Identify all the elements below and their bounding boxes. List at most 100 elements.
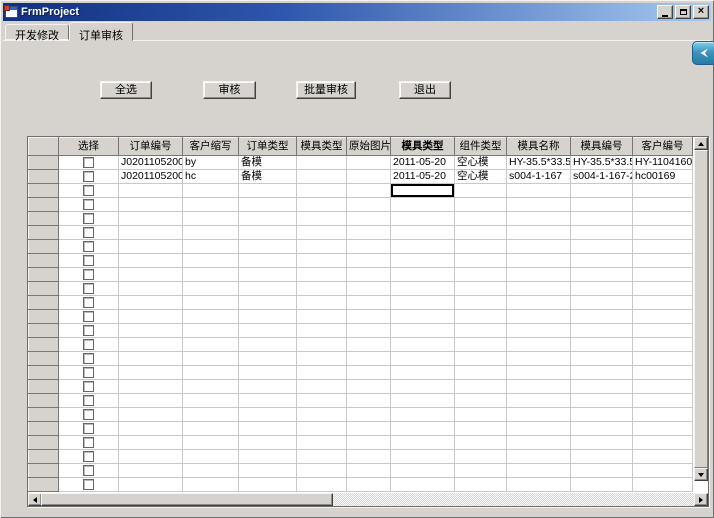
grid-cell[interactable]: [571, 184, 633, 198]
grid-cell[interactable]: [633, 338, 693, 352]
grid-cell[interactable]: [183, 184, 239, 198]
row-header-cell[interactable]: [29, 268, 59, 282]
grid-cell[interactable]: [507, 464, 571, 478]
row-checkbox[interactable]: [83, 185, 94, 196]
row-checkbox[interactable]: [83, 283, 94, 294]
column-header[interactable]: 订单类型: [239, 138, 297, 156]
row-header-cell[interactable]: [29, 450, 59, 464]
grid-cell[interactable]: [507, 338, 571, 352]
grid-cell[interactable]: [239, 184, 297, 198]
grid-cell[interactable]: [633, 478, 693, 492]
grid-cell[interactable]: [347, 240, 391, 254]
grid-cell[interactable]: [239, 478, 297, 492]
grid-cell[interactable]: [347, 478, 391, 492]
grid-cell[interactable]: [455, 436, 507, 450]
grid-cell[interactable]: [119, 366, 183, 380]
grid-cell[interactable]: [183, 296, 239, 310]
grid-cell[interactable]: [119, 436, 183, 450]
grid-cell[interactable]: [455, 184, 507, 198]
grid-cell[interactable]: [183, 212, 239, 226]
grid-cell[interactable]: [507, 282, 571, 296]
grid-cell[interactable]: [183, 282, 239, 296]
select-cell[interactable]: [59, 352, 119, 366]
grid-cell[interactable]: [391, 366, 455, 380]
scroll-up-button[interactable]: [694, 137, 708, 150]
grid-cell[interactable]: [297, 184, 347, 198]
row-header-cell[interactable]: [29, 338, 59, 352]
grid-cell[interactable]: [347, 226, 391, 240]
grid-cell[interactable]: [571, 478, 633, 492]
grid-cell[interactable]: [119, 408, 183, 422]
grid-cell[interactable]: [297, 240, 347, 254]
select-cell[interactable]: [59, 450, 119, 464]
grid-cell[interactable]: [391, 324, 455, 338]
grid-cell[interactable]: [633, 268, 693, 282]
row-header-cell[interactable]: [29, 422, 59, 436]
grid-cell[interactable]: [391, 380, 455, 394]
grid-cell[interactable]: [119, 352, 183, 366]
grid-cell[interactable]: [571, 254, 633, 268]
scroll-down-button[interactable]: [694, 468, 708, 481]
grid-cell[interactable]: [119, 338, 183, 352]
grid-cell[interactable]: [183, 352, 239, 366]
grid-cell[interactable]: [455, 240, 507, 254]
grid-cell[interactable]: [183, 464, 239, 478]
grid-cell[interactable]: [455, 324, 507, 338]
select-cell[interactable]: [59, 198, 119, 212]
column-header[interactable]: 模具类型: [391, 138, 455, 156]
grid-cell[interactable]: [455, 380, 507, 394]
grid-cell[interactable]: [297, 338, 347, 352]
grid-cell[interactable]: [183, 422, 239, 436]
grid-cell[interactable]: [119, 282, 183, 296]
grid-cell[interactable]: [183, 394, 239, 408]
row-checkbox[interactable]: [83, 255, 94, 266]
tab-dev-modify[interactable]: 开发修改: [5, 24, 69, 40]
grid-cell[interactable]: [239, 338, 297, 352]
grid-cell[interactable]: [119, 464, 183, 478]
column-header[interactable]: 选择: [59, 138, 119, 156]
row-checkbox[interactable]: [83, 381, 94, 392]
grid-cell[interactable]: [455, 366, 507, 380]
row-header-cell[interactable]: [29, 212, 59, 226]
row-checkbox[interactable]: [83, 395, 94, 406]
grid-cell[interactable]: [347, 450, 391, 464]
row-header-cell[interactable]: [29, 296, 59, 310]
grid-cell[interactable]: [455, 212, 507, 226]
grid-cell[interactable]: [507, 366, 571, 380]
horizontal-scrollbar[interactable]: [28, 493, 708, 506]
grid-cell[interactable]: [633, 464, 693, 478]
select-all-button[interactable]: 全选: [100, 81, 152, 99]
select-cell[interactable]: [59, 394, 119, 408]
row-header-cell[interactable]: [29, 310, 59, 324]
grid-cell[interactable]: [571, 464, 633, 478]
grid-cell[interactable]: [633, 394, 693, 408]
grid-cell[interactable]: [119, 310, 183, 324]
row-header-cell[interactable]: [29, 366, 59, 380]
row-checkbox[interactable]: [83, 437, 94, 448]
exit-button[interactable]: 退出: [399, 81, 451, 99]
row-checkbox[interactable]: [83, 325, 94, 336]
select-cell[interactable]: [59, 226, 119, 240]
grid-cell[interactable]: [347, 198, 391, 212]
grid-cell[interactable]: [183, 240, 239, 254]
minimize-button[interactable]: [657, 5, 673, 19]
grid-cell[interactable]: [347, 464, 391, 478]
grid-cell[interactable]: [391, 198, 455, 212]
grid-cell[interactable]: [347, 436, 391, 450]
select-cell[interactable]: [59, 170, 119, 184]
row-checkbox[interactable]: [83, 409, 94, 420]
grid-cell[interactable]: [183, 198, 239, 212]
row-checkbox[interactable]: [83, 213, 94, 224]
grid-cell[interactable]: [391, 352, 455, 366]
grid-cell[interactable]: [239, 366, 297, 380]
grid-cell[interactable]: [183, 324, 239, 338]
grid-cell[interactable]: [633, 352, 693, 366]
row-header-cell[interactable]: [29, 156, 59, 170]
row-checkbox[interactable]: [83, 367, 94, 378]
row-header-cell[interactable]: [29, 184, 59, 198]
grid-cell[interactable]: [239, 254, 297, 268]
grid-cell[interactable]: 空心模: [455, 156, 507, 170]
select-cell[interactable]: [59, 296, 119, 310]
grid-cell[interactable]: [455, 422, 507, 436]
grid-cell[interactable]: [391, 394, 455, 408]
